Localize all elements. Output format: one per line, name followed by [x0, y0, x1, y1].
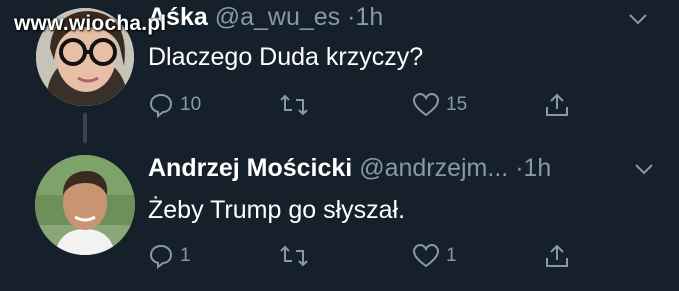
tweet-text: Żeby Trump go słyszał.: [148, 196, 406, 224]
share-icon: [546, 93, 568, 116]
user-handle[interactable]: @a_wu_es: [215, 3, 340, 31]
tweet-header: Aśka @a_wu_es ·1h: [148, 3, 383, 32]
tweet[interactable]: Andrzej Mościcki @andrzejm... ·1h Żeby T…: [0, 140, 679, 291]
display-name[interactable]: Andrzej Mościcki: [148, 154, 352, 182]
avatar-man-outdoors-icon: [35, 155, 135, 255]
reply-count: 10: [180, 94, 202, 115]
retweet-icon: [280, 94, 308, 116]
tweet-actions: 1 1: [148, 243, 588, 273]
tweet-header: Andrzej Mościcki @andrzejm... ·1h: [148, 154, 551, 183]
reply-count: 1: [180, 245, 191, 266]
share-button[interactable]: [544, 243, 570, 269]
retweet-button[interactable]: [278, 243, 316, 269]
like-button[interactable]: 1: [412, 243, 457, 269]
retweet-button[interactable]: [278, 92, 316, 118]
share-icon: [546, 244, 568, 267]
reply-icon: [149, 244, 173, 269]
like-count: 15: [446, 94, 468, 115]
reply-button[interactable]: 1: [148, 243, 191, 269]
reply-button[interactable]: 10: [148, 92, 201, 118]
heart-icon: [412, 243, 440, 268]
tweet-text: Dlaczego Duda krzyczy?: [148, 43, 424, 71]
heart-icon: [412, 92, 440, 117]
avatar[interactable]: [35, 155, 135, 255]
separator-dot: ·: [515, 154, 524, 182]
chevron-down-icon[interactable]: [627, 8, 649, 35]
chevron-down-icon[interactable]: [633, 158, 655, 185]
like-button[interactable]: 15: [412, 92, 467, 118]
share-button[interactable]: [544, 92, 570, 118]
tweet-actions: 10 15: [148, 92, 588, 122]
like-count: 1: [446, 245, 457, 266]
timestamp[interactable]: 1h: [524, 154, 552, 182]
reply-icon: [149, 93, 173, 118]
retweet-icon: [280, 245, 308, 267]
user-handle[interactable]: @andrzejm...: [359, 154, 508, 182]
watermark: www.wiocha.pl: [14, 12, 167, 35]
timestamp[interactable]: 1h: [355, 3, 383, 31]
thread-connector: [83, 113, 87, 143]
